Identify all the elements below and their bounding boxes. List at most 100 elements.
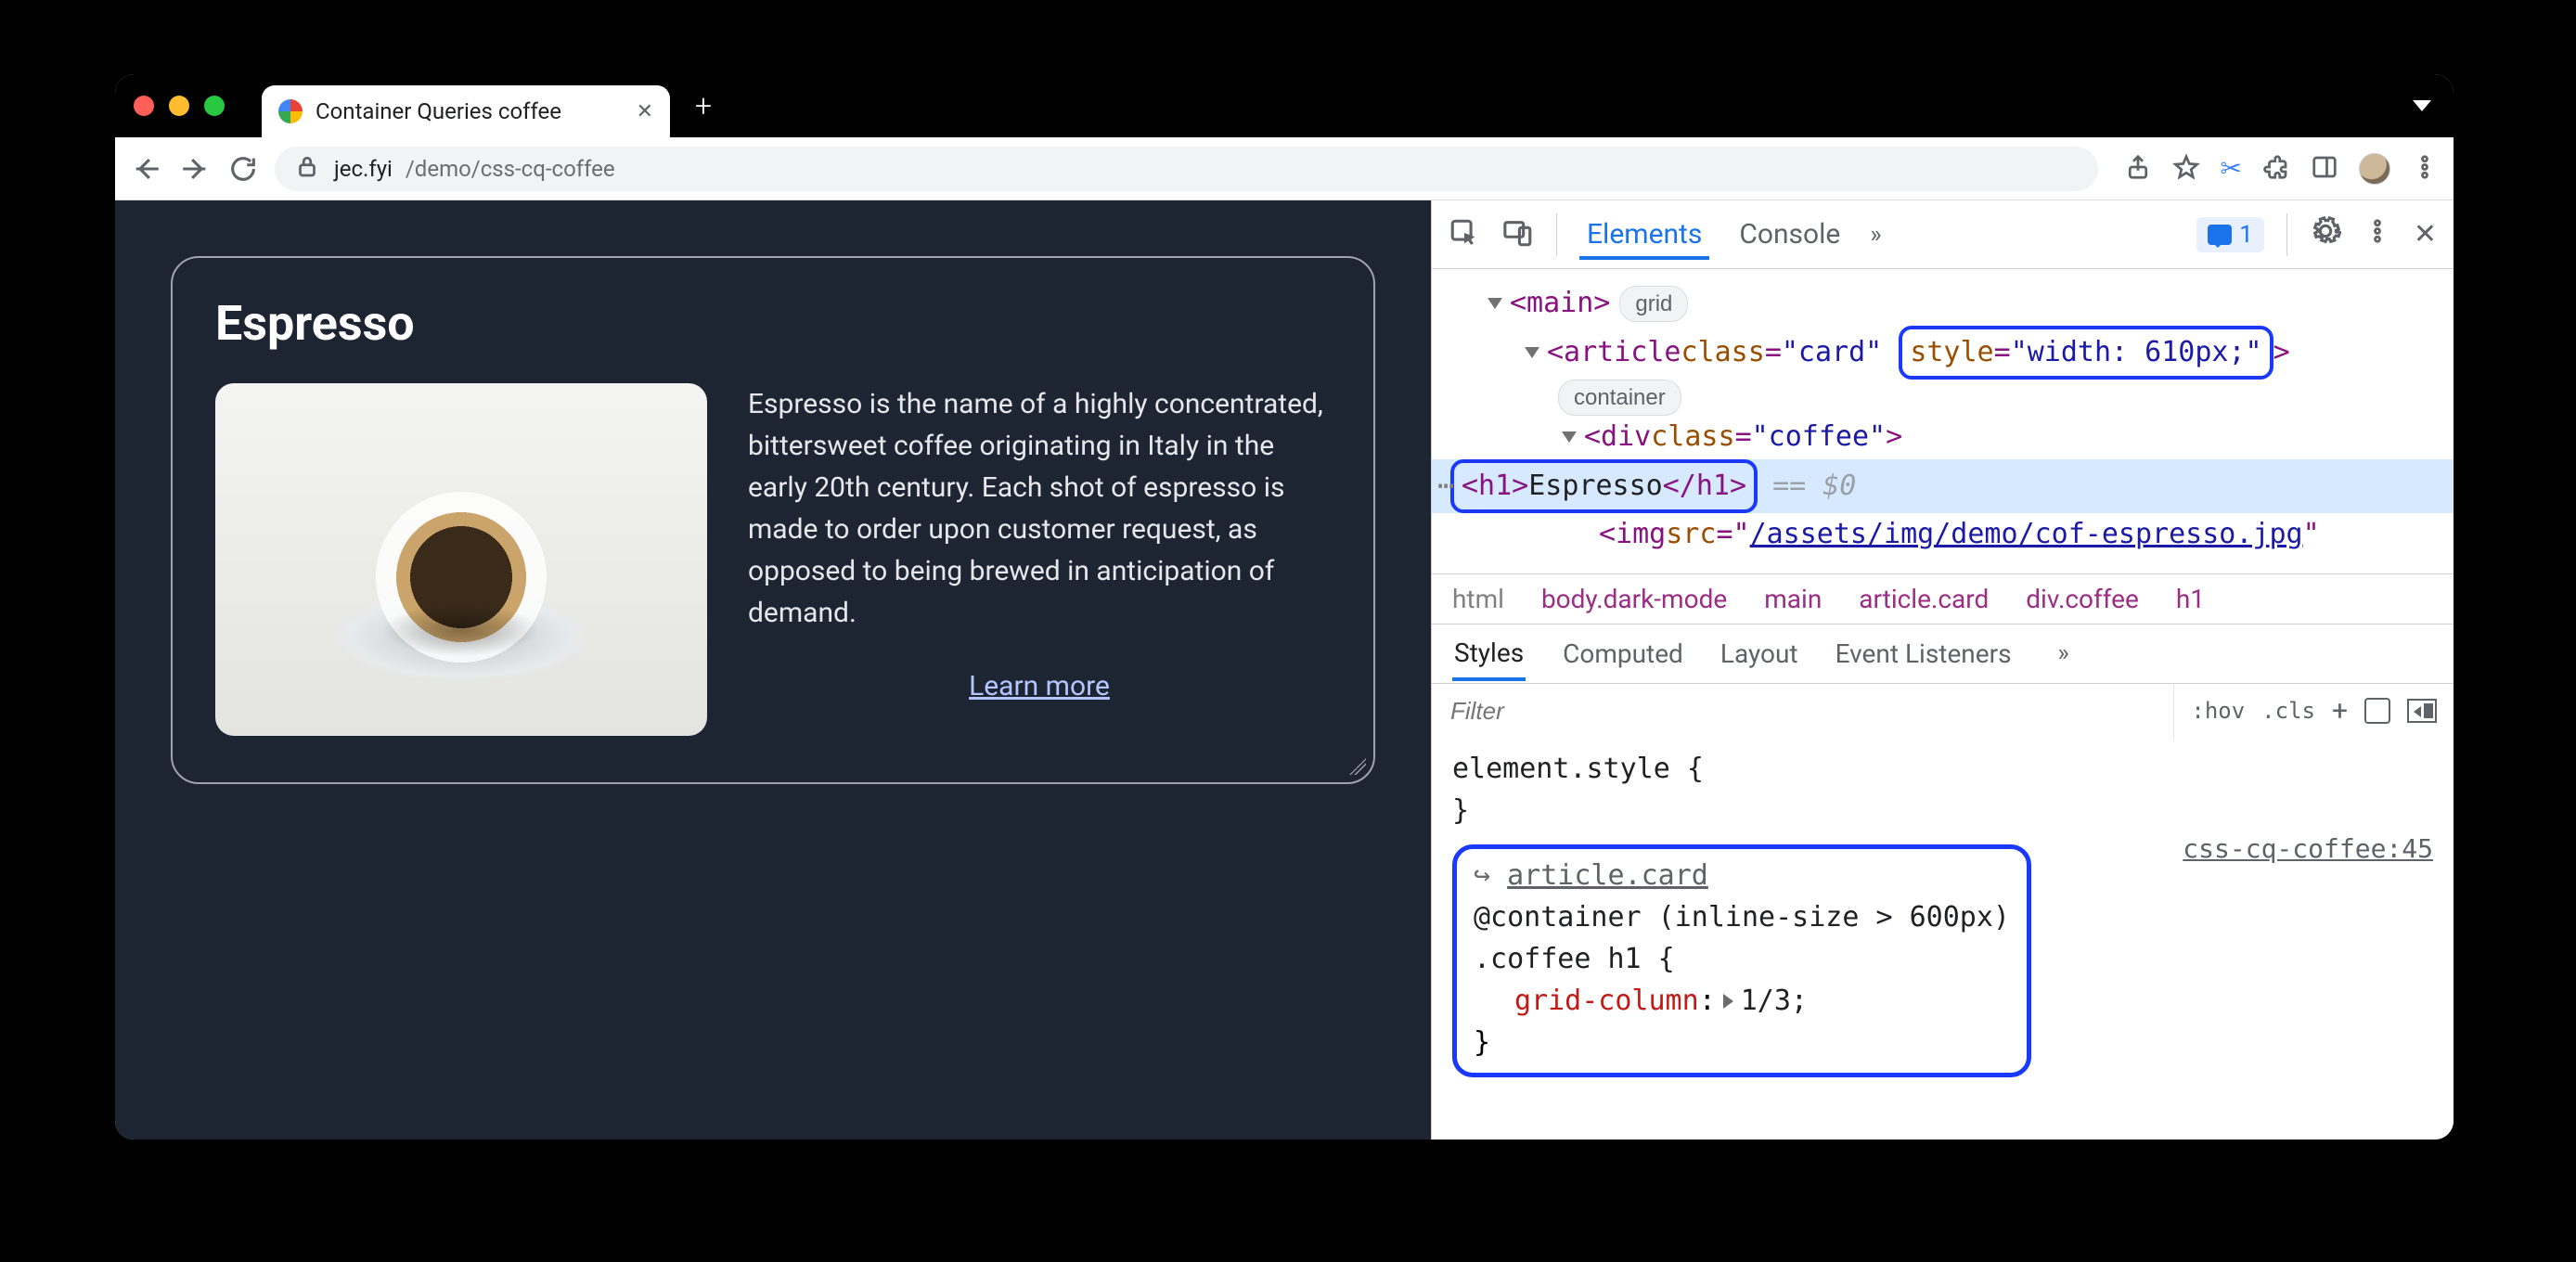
card-text-block: Espresso is the name of a highly concent…: [748, 383, 1331, 707]
dom-attr: class: [1681, 331, 1765, 375]
crumb[interactable]: article.card: [1859, 584, 1989, 614]
dom-tree[interactable]: <main> grid <article class="card" style=…: [1432, 269, 2454, 573]
share-button[interactable]: [2124, 153, 2152, 185]
fullscreen-window-button[interactable]: [204, 96, 225, 116]
paint-button[interactable]: [2364, 698, 2390, 724]
inspect-icon: [1449, 217, 1480, 249]
browser-tab[interactable]: Container Queries coffee ✕: [262, 85, 670, 137]
rule-source-link[interactable]: css-cq-coffee:45: [2183, 830, 2433, 869]
dom-node-div[interactable]: <div class="coffee" >: [1562, 416, 2435, 459]
expand-shorthand-icon[interactable]: [1723, 994, 1733, 1009]
styles-rules: element.style { } css-cq-coffee:45 ↪ art…: [1432, 739, 2454, 1096]
inspect-button[interactable]: [1449, 217, 1480, 252]
side-panel-button[interactable]: [2311, 153, 2338, 185]
devtools-close-button[interactable]: ✕: [2414, 218, 2437, 251]
container-query-rule[interactable]: ↪ article.card @container (inline-size >…: [1452, 844, 2031, 1077]
container-link[interactable]: article.card: [1507, 859, 1708, 892]
tab-elements[interactable]: Elements: [1579, 209, 1709, 260]
styles-tab-event-listeners[interactable]: Event Listeners: [1835, 638, 2012, 669]
styles-tab-layout[interactable]: Layout: [1720, 638, 1798, 669]
dom-node-main[interactable]: <main> grid: [1488, 282, 2435, 326]
menu-button[interactable]: [2411, 153, 2439, 185]
star-icon: [2172, 153, 2200, 181]
container-badge[interactable]: container: [1558, 380, 1681, 416]
reload-button[interactable]: [226, 153, 260, 185]
arrow-right-icon: [179, 153, 211, 185]
tab-strip: Container Queries coffee ✕ +: [115, 74, 2454, 137]
styles-tab-computed[interactable]: Computed: [1563, 638, 1683, 669]
rule-close: }: [1474, 1022, 2010, 1063]
back-button[interactable]: [130, 153, 163, 185]
dollar-zero: == $0: [1772, 465, 1856, 509]
coffee-image: [215, 383, 707, 736]
profile-avatar[interactable]: [2359, 153, 2390, 185]
hov-toggle[interactable]: :hov: [2191, 698, 2245, 724]
new-tab-button[interactable]: +: [683, 85, 724, 126]
issues-badge[interactable]: 1: [2196, 217, 2264, 252]
minimize-window-button[interactable]: [169, 96, 189, 116]
disclosure-icon[interactable]: [1562, 431, 1577, 443]
crumb[interactable]: body.dark-mode: [1541, 584, 1727, 614]
styles-tools: :hov .cls +: [2173, 684, 2454, 739]
tab-overflow-button[interactable]: [2413, 100, 2431, 111]
dom-tag: </h1>: [1663, 470, 1746, 502]
dom-attr: src: [1666, 513, 1716, 557]
dom-tag: ": [2303, 513, 2320, 557]
puzzle-icon: [2262, 153, 2290, 181]
close-tab-button[interactable]: ✕: [637, 100, 653, 123]
coffee-card: Espresso Espresso is the name of a highl…: [171, 256, 1375, 784]
rendered-page: Espresso Espresso is the name of a highl…: [115, 200, 1431, 1140]
highlight-h1: <h1>Espresso</h1>: [1450, 459, 1758, 514]
crumb[interactable]: div.coffee: [2026, 584, 2139, 614]
dom-link[interactable]: /assets/img/demo/cof-espresso.jpg: [1750, 513, 2303, 557]
toggle-computed-panel-button[interactable]: [2407, 699, 2437, 723]
dom-node-h1-selected[interactable]: ⋯ <h1>Espresso</h1> == $0: [1432, 459, 2454, 514]
favicon-icon: [278, 99, 303, 123]
grid-badge[interactable]: grid: [1619, 286, 1688, 322]
share-icon: [2124, 153, 2152, 181]
css-property[interactable]: grid-column: [1514, 985, 1699, 1017]
device-toggle-button[interactable]: [1502, 217, 1534, 252]
close-window-button[interactable]: [134, 96, 154, 116]
css-value[interactable]: 1/3;: [1741, 985, 1808, 1017]
issues-count: 1: [2239, 221, 2253, 249]
more-tabs-button[interactable]: »: [1870, 221, 1881, 249]
dom-attr: class: [1651, 416, 1734, 459]
dom-tag: <main>: [1510, 282, 1610, 326]
more-styles-tabs[interactable]: »: [2058, 639, 2069, 667]
separator: [1556, 213, 1557, 256]
highlight-style-attr: style="width: 610px;": [1899, 326, 2273, 380]
selected-marker: ⋯: [1437, 465, 1456, 509]
styles-tab-styles[interactable]: Styles: [1452, 626, 1526, 681]
dom-node-img[interactable]: <img src="/assets/img/demo/cof-espresso.…: [1599, 513, 2435, 557]
dom-tag: <h1>: [1462, 470, 1528, 502]
tab-console[interactable]: Console: [1732, 209, 1848, 260]
cls-toggle[interactable]: .cls: [2261, 698, 2315, 724]
url-path: /demo/css-cq-coffee: [406, 156, 615, 182]
crumb[interactable]: h1: [2176, 584, 2205, 614]
crumb[interactable]: html: [1452, 584, 1504, 614]
disclosure-icon[interactable]: [1488, 298, 1502, 309]
bookmark-button[interactable]: [2172, 153, 2200, 185]
dom-tag: <div: [1584, 416, 1651, 459]
dots-vertical-icon: [2363, 217, 2391, 245]
devtools-tabbar: Elements Console » 1 ✕: [1432, 200, 2454, 269]
rule-selector: element.style {: [1452, 748, 2433, 790]
dom-breadcrumbs: html body.dark-mode main article.card di…: [1432, 573, 2454, 624]
forward-button[interactable]: [178, 153, 212, 185]
extensions-button[interactable]: [2262, 153, 2290, 185]
scissors-button[interactable]: ✂: [2221, 153, 2242, 184]
element-style-rule[interactable]: element.style { }: [1452, 748, 2433, 831]
learn-more-link[interactable]: Learn more: [748, 665, 1331, 707]
settings-button[interactable]: [2310, 215, 2341, 254]
toolbar-actions: ✂: [2124, 153, 2439, 185]
arrow-left-icon: [131, 153, 162, 185]
separator: [2286, 213, 2287, 256]
crumb[interactable]: main: [1764, 584, 1822, 614]
devtools-menu-button[interactable]: [2363, 217, 2391, 252]
dom-node-article[interactable]: <article class="card" style="width: 610p…: [1525, 326, 2435, 380]
address-bar[interactable]: jec.fyi/demo/css-cq-coffee: [275, 147, 2098, 191]
new-style-rule-button[interactable]: +: [2332, 695, 2348, 728]
styles-filter-input[interactable]: [1432, 697, 2173, 726]
disclosure-icon[interactable]: [1525, 347, 1539, 358]
